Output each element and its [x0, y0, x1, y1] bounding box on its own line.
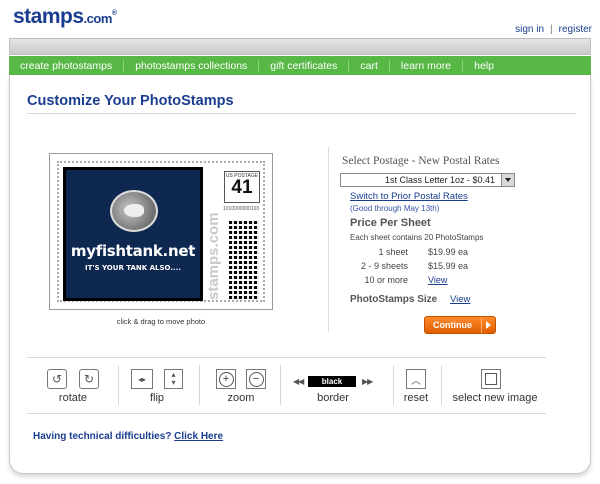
price-value: $19.99 ea — [428, 247, 469, 257]
account-links: sign in | register — [515, 24, 592, 35]
toolbar-separator — [393, 365, 394, 405]
fish-image — [124, 204, 144, 217]
good-through-note: (Good through May 13th) — [350, 204, 440, 213]
border-next-icon[interactable]: ▶▶ — [362, 377, 373, 386]
stamp: myfishtank.net IT'S YOUR TANK ALSO.... U… — [57, 161, 265, 302]
prior-rates-link[interactable]: Switch to Prior Postal Rates — [350, 191, 468, 202]
fishbowl-image — [110, 190, 158, 232]
rotate-left-icon: ↺ — [51, 372, 63, 386]
border-label: border — [317, 392, 349, 404]
stamps-logo[interactable]: stamps.com® — [13, 5, 117, 29]
border-prev-icon[interactable]: ◀◀ — [293, 377, 304, 386]
register-link[interactable]: register — [559, 24, 592, 35]
nav-cart[interactable]: cart — [349, 59, 390, 72]
toolbar-divider-top — [27, 357, 546, 358]
photo-subtitle: IT'S YOUR TANK ALSO.... — [84, 264, 181, 272]
image-frame-icon — [485, 373, 497, 385]
toolbar-separator — [118, 365, 119, 405]
sheet-note: Each sheet contains 20 PhotoStamps — [350, 233, 484, 242]
customize-panel: Customize Your PhotoStamps myfishtank.ne… — [9, 75, 591, 474]
toolbar-separator — [280, 365, 281, 405]
title-divider — [27, 113, 576, 114]
logo-name: stamps — [13, 5, 84, 28]
select-new-image-label: select new image — [452, 392, 538, 404]
stamp-brand-vertical: stamps.com — [205, 212, 222, 300]
stamp-serial: 1010000000103 — [223, 206, 260, 212]
photo-title: myfishtank.net — [70, 242, 196, 260]
rotate-left-button[interactable]: ↺ — [47, 369, 67, 389]
postage-rate-select[interactable]: 1st Class Letter 1oz - $0.41 — [340, 173, 515, 187]
link-separator: | — [550, 24, 553, 35]
zoom-in-icon: + — [218, 371, 234, 387]
reset-label: reset — [403, 392, 429, 404]
select-new-image-button[interactable] — [481, 369, 501, 389]
flip-vertical-icon: ▴ ▾ — [171, 370, 176, 387]
registered-mark: ® — [111, 10, 117, 17]
logo-suffix: .com — [83, 11, 113, 26]
price-qty: 10 or more — [364, 275, 408, 285]
postage-value: 41 — [231, 177, 253, 198]
header-bar — [9, 38, 591, 55]
toolbar-separator — [441, 365, 442, 405]
size-view-link[interactable]: View — [450, 294, 470, 305]
price-qty: 2 - 9 sheets — [360, 261, 408, 271]
sign-in-link[interactable]: sign in — [515, 24, 544, 35]
reset-button[interactable]: ︿ — [406, 369, 426, 389]
stamp-caption: click & drag to move photo — [116, 317, 206, 326]
price-value: $15.99 ea — [428, 261, 469, 271]
flip-label: flip — [149, 392, 165, 404]
nav-help[interactable]: help — [463, 60, 505, 72]
rotate-label: rotate — [58, 392, 88, 404]
zoom-out-button[interactable]: − — [246, 369, 266, 389]
bulk-price-view-link[interactable]: View — [428, 275, 447, 285]
page-title: Customize Your PhotoStamps — [27, 93, 234, 109]
postage-rate-value: 1st Class Letter 1oz - $0.41 — [384, 175, 495, 185]
rotate-right-button[interactable]: ↻ — [79, 369, 99, 389]
toolbar-divider-bottom — [27, 413, 546, 414]
size-label: PhotoStamps Size — [350, 294, 438, 305]
main-nav: create photostamps photostamps collectio… — [9, 56, 591, 75]
arrow-right-icon — [481, 317, 495, 333]
barcode-image — [229, 221, 259, 299]
price-heading: Price Per Sheet — [350, 217, 431, 229]
nav-learn-more[interactable]: learn more — [390, 59, 464, 72]
flip-horizontal-button[interactable]: ◂▸ — [131, 369, 153, 389]
price-qty: 1 sheet — [378, 247, 408, 257]
postage-indicia: US POSTAGE 41 — [224, 171, 260, 203]
border-color-swatch[interactable]: black — [308, 376, 356, 387]
reset-icon: ︿ — [411, 375, 421, 387]
nav-gift-certificates[interactable]: gift certificates — [259, 59, 350, 72]
stamp-preview: myfishtank.net IT'S YOUR TANK ALSO.... U… — [49, 153, 273, 310]
continue-button[interactable]: Continue — [424, 316, 496, 334]
column-divider — [328, 147, 329, 332]
help-message: Having technical difficulties? Click Her… — [33, 431, 223, 442]
flip-horizontal-icon: ◂▸ — [137, 374, 147, 384]
help-question: Having technical difficulties? — [33, 431, 172, 442]
postage-heading: Select Postage - New Postal Rates — [342, 155, 500, 167]
nav-create-photostamps[interactable]: create photostamps — [9, 59, 125, 72]
zoom-in-button[interactable]: + — [216, 369, 236, 389]
stamp-photo[interactable]: myfishtank.net IT'S YOUR TANK ALSO.... — [63, 167, 203, 301]
continue-label: Continue — [433, 320, 472, 330]
flip-vertical-button[interactable]: ▴ ▾ — [164, 369, 183, 389]
toolbar-separator — [199, 365, 200, 405]
nav-photostamps-collections[interactable]: photostamps collections — [124, 59, 260, 72]
rotate-right-icon: ↻ — [83, 372, 95, 386]
zoom-out-icon: − — [248, 371, 264, 387]
zoom-label: zoom — [227, 392, 255, 404]
chevron-down-icon[interactable] — [501, 174, 514, 186]
help-click-here-link[interactable]: Click Here — [174, 431, 223, 442]
